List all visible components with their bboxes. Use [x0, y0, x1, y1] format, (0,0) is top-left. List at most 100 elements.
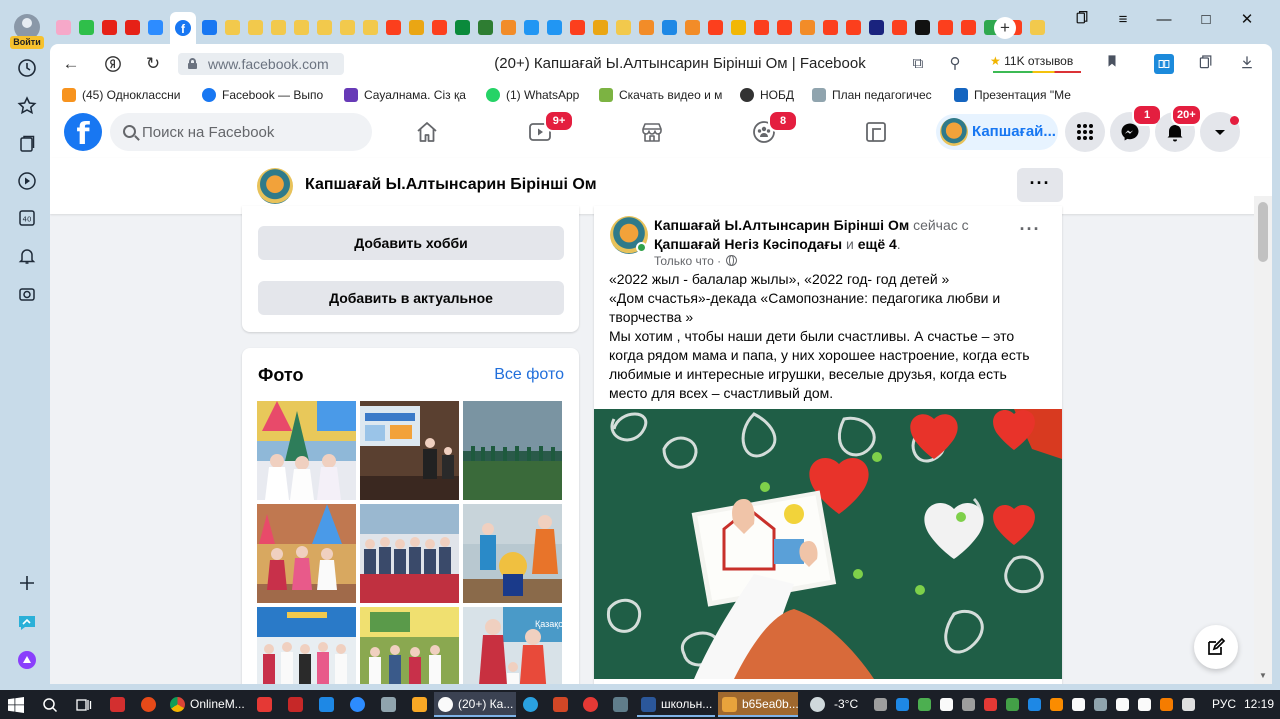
tab-favicon-icon[interactable] [363, 20, 378, 35]
file-explorer-icon[interactable] [412, 697, 427, 712]
photo-thumbnail[interactable] [360, 401, 459, 500]
tray-icon[interactable] [1182, 698, 1195, 711]
tray-icon[interactable] [918, 698, 931, 711]
tab-favicon-icon[interactable] [102, 20, 117, 35]
tab-favicon-icon[interactable] [478, 20, 493, 35]
tab-marketplace[interactable] [622, 112, 682, 152]
new-tab-button[interactable]: + [994, 17, 1016, 39]
tab-favicon-icon[interactable] [501, 20, 516, 35]
powerpoint-icon[interactable] [553, 697, 568, 712]
reload-button[interactable]: ↻ [142, 53, 164, 75]
active-tab[interactable]: f [170, 12, 196, 44]
tab-favicon-icon[interactable] [662, 20, 677, 35]
minimize-button[interactable]: — [1154, 10, 1174, 30]
photo-thumbnail[interactable] [257, 401, 356, 500]
tray-icon[interactable] [1094, 698, 1107, 711]
tray-icon[interactable] [1050, 698, 1063, 711]
weather-temp[interactable]: -3°C [834, 692, 866, 717]
tab-favicon-icon[interactable] [570, 20, 585, 35]
post-tagged[interactable]: Қапшағай Негіз Кәсіподағы [654, 236, 842, 252]
tray-icon[interactable] [896, 698, 909, 711]
scroll-down-arrow-icon[interactable]: ▼ [1258, 672, 1268, 680]
tab-favicon-icon[interactable] [685, 20, 700, 35]
menu-grid-button[interactable] [1065, 112, 1105, 152]
tab-favicon-icon[interactable] [202, 20, 217, 35]
tab-favicon-icon[interactable] [823, 20, 838, 35]
facebook-search[interactable] [110, 113, 372, 151]
messenger-app-icon[interactable] [15, 611, 39, 635]
reader-mode-icon[interactable] [1154, 54, 1174, 74]
tab-favicon-icon[interactable] [708, 20, 723, 35]
opera-icon[interactable] [583, 697, 598, 712]
tab-favicon-icon[interactable] [547, 20, 562, 35]
mail-icon[interactable] [319, 697, 334, 712]
tab-favicon-icon[interactable] [800, 20, 815, 35]
acrobat-icon[interactable] [110, 697, 125, 712]
tab-favicon-icon[interactable] [892, 20, 907, 35]
tab-home[interactable] [397, 112, 457, 152]
tab-favicon-icon[interactable] [731, 20, 746, 35]
tab-favicon-icon[interactable] [938, 20, 953, 35]
language-indicator[interactable]: РУС [1212, 692, 1238, 717]
photo-thumbnail[interactable] [257, 504, 356, 603]
add-hobby-button[interactable]: Добавить хобби [258, 226, 564, 260]
tab-favicon-icon[interactable] [340, 20, 355, 35]
tab-favicon-icon[interactable] [754, 20, 769, 35]
photo-thumbnail[interactable] [360, 504, 459, 603]
screenshot-icon[interactable] [15, 282, 39, 306]
post-author[interactable]: Капшағай Ы.Алтынсарин Бірінші Ом [654, 217, 909, 233]
add-featured-button[interactable]: Добавить в актуальное [258, 281, 564, 315]
bookmark-ped-plan[interactable]: План педагогичес [812, 87, 940, 103]
tab-favicon-icon[interactable] [777, 20, 792, 35]
notes-icon[interactable]: 40 [15, 206, 39, 230]
tab-favicon-icon[interactable] [386, 20, 401, 35]
tab-favicon-icon[interactable] [225, 20, 240, 35]
tray-icon[interactable] [1006, 698, 1019, 711]
search-icon[interactable] [42, 692, 62, 717]
post-timestamp[interactable]: Только что · [654, 254, 738, 268]
tab-favicon-icon[interactable] [79, 20, 94, 35]
clock[interactable]: 12:19 [1244, 692, 1274, 717]
taskbar-item-yandex[interactable]: (20+) Ка... [434, 692, 516, 717]
tab-gaming[interactable] [846, 112, 906, 152]
tab-groups[interactable]: 8 [734, 110, 798, 152]
task-view-icon[interactable] [76, 692, 96, 717]
tab-watch[interactable]: 9+ [510, 110, 574, 152]
collections-add-icon[interactable] [1196, 54, 1216, 74]
photo-thumbnail[interactable]: Қазақстан [463, 607, 562, 684]
network-icon[interactable] [1138, 698, 1151, 711]
tray-icon[interactable] [962, 698, 975, 711]
taskbar-item-chrome[interactable]: OnlineM... [166, 692, 246, 717]
taskbar-item-image[interactable]: b65ea0b... [718, 692, 798, 717]
tab-favicon-icon[interactable] [248, 20, 263, 35]
extension-icon[interactable]: ⚲ [945, 54, 965, 74]
tray-icon[interactable] [940, 698, 953, 711]
page-avatar[interactable] [257, 168, 293, 204]
yandex-home-icon[interactable] [102, 53, 124, 75]
bookmark-survey[interactable]: Сауалнама. Сіз қа [344, 87, 472, 103]
photo-thumbnail[interactable] [463, 401, 562, 500]
tab-favicon-icon[interactable] [56, 20, 71, 35]
page-scrollbar[interactable]: ▼ [1254, 196, 1272, 684]
speaker-icon[interactable] [1116, 698, 1129, 711]
reviews-badge[interactable]: ★ 11K отзывов [990, 54, 1073, 68]
post-photo[interactable] [594, 409, 1062, 679]
photo-thumbnail[interactable] [463, 504, 562, 603]
tab-favicon-icon[interactable] [1030, 20, 1045, 35]
search-input[interactable] [142, 113, 362, 151]
bookmark-icon[interactable] [1102, 54, 1122, 74]
bookmarks-star-icon[interactable] [15, 94, 39, 118]
bell-icon[interactable] [15, 244, 39, 268]
photo-thumbnail[interactable] [257, 607, 356, 684]
post-more-tagged[interactable]: ещё 4 [858, 236, 897, 252]
alice-assistant-icon[interactable] [15, 648, 39, 672]
tray-icon[interactable] [1160, 698, 1173, 711]
tab-favicon-icon[interactable] [317, 20, 332, 35]
login-button[interactable]: Войти [10, 36, 44, 49]
page-name[interactable]: Капшағай Ы.Алтынсарин Бірінші Ом [305, 176, 597, 194]
tab-favicon-icon[interactable] [524, 20, 539, 35]
page-more-button[interactable]: ··· [1017, 168, 1063, 202]
bookmark-presentation[interactable]: Презентация "Ме [954, 87, 1082, 103]
maximize-button[interactable]: □ [1196, 10, 1216, 30]
tray-icon[interactable] [874, 698, 887, 711]
